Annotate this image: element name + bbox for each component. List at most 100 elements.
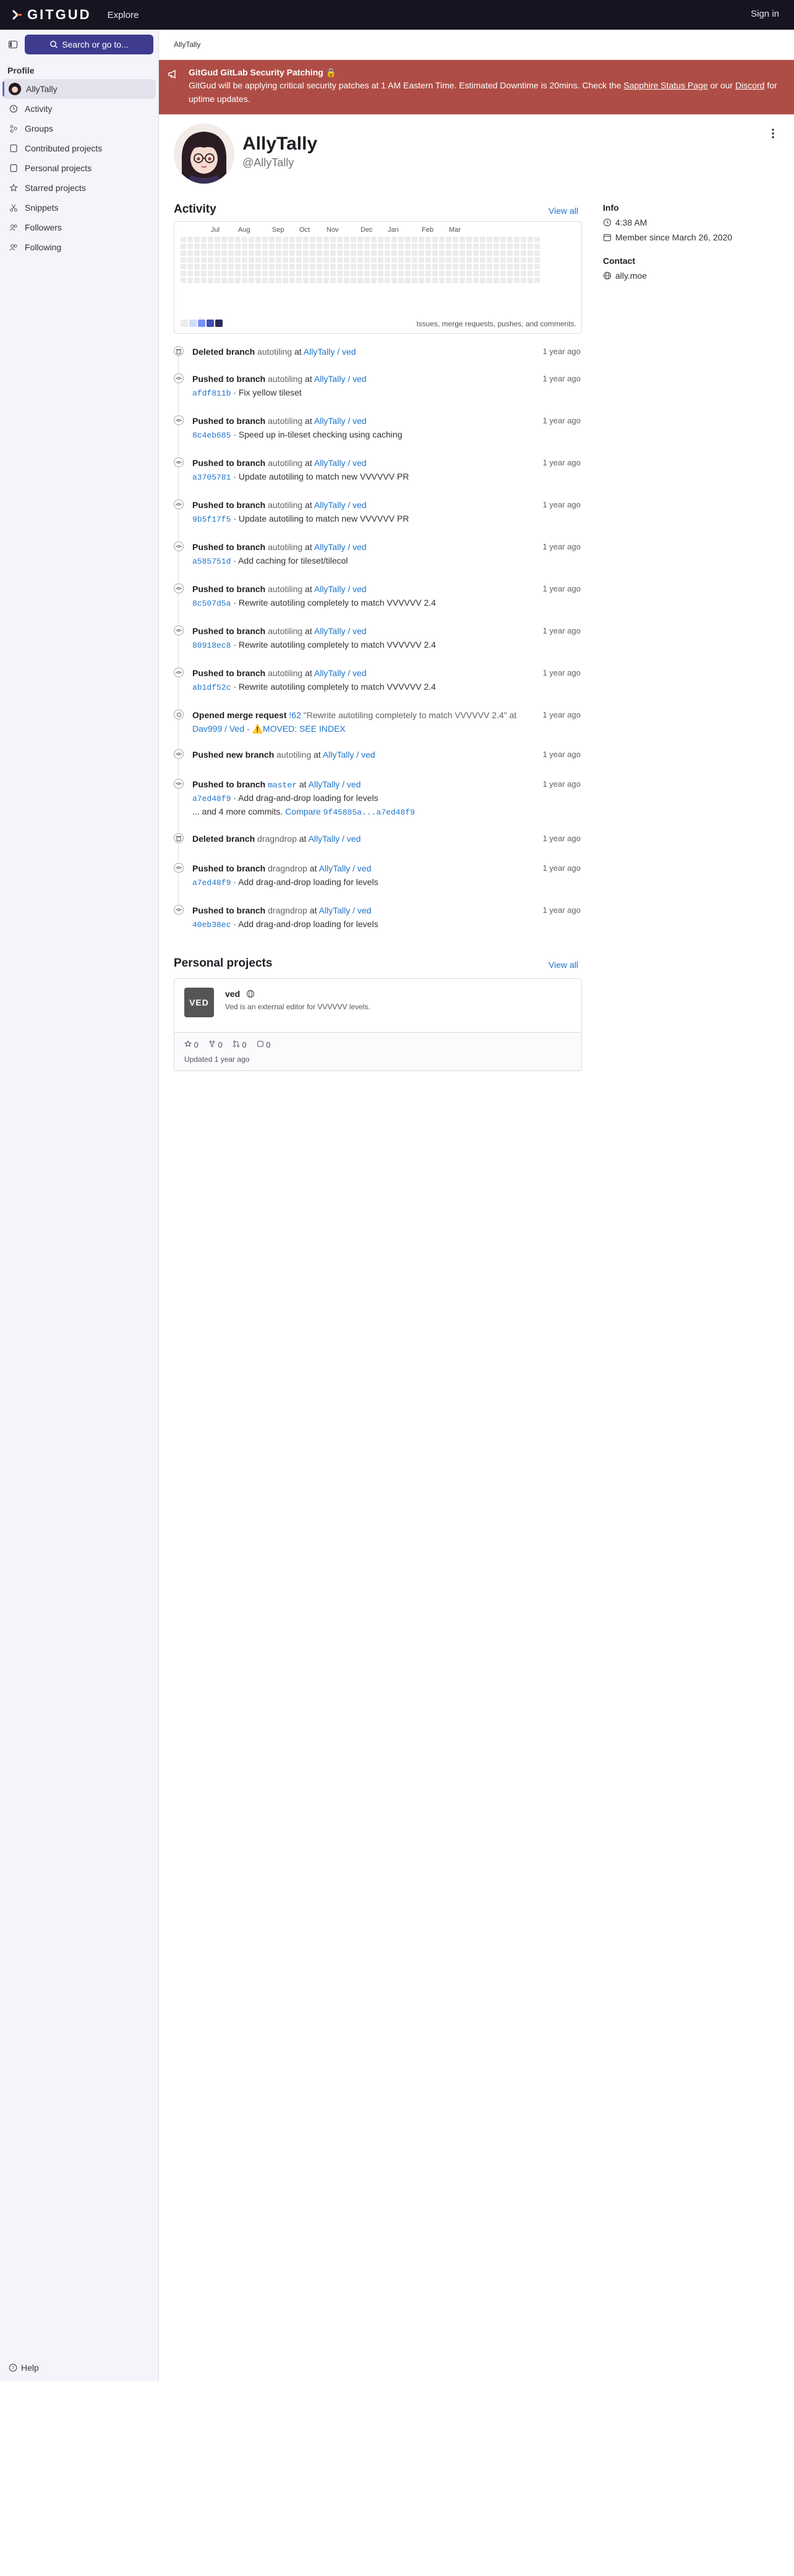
- calendar-day[interactable]: [296, 244, 302, 249]
- calendar-day[interactable]: [453, 244, 458, 249]
- website-link[interactable]: ally.moe: [615, 271, 647, 281]
- calendar-day[interactable]: [181, 264, 186, 269]
- calendar-day[interactable]: [480, 257, 485, 263]
- calendar-day[interactable]: [249, 257, 254, 263]
- calendar-day[interactable]: [194, 244, 200, 249]
- calendar-day[interactable]: [357, 237, 363, 242]
- calendar-day[interactable]: [269, 244, 275, 249]
- calendar-day[interactable]: [262, 264, 268, 269]
- help-button[interactable]: ? Help: [9, 2363, 39, 2373]
- calendar-day[interactable]: [296, 278, 302, 283]
- calendar-day[interactable]: [521, 250, 526, 256]
- calendar-day[interactable]: [357, 250, 363, 256]
- calendar-day[interactable]: [405, 257, 411, 263]
- calendar-day[interactable]: [412, 244, 417, 249]
- calendar-day[interactable]: [255, 271, 261, 276]
- calendar-day[interactable]: [181, 257, 186, 263]
- calendar-day[interactable]: [194, 257, 200, 263]
- calendar-day[interactable]: [459, 237, 465, 242]
- calendar-day[interactable]: [507, 257, 513, 263]
- sidebar-item-profile[interactable]: AllyTally: [2, 79, 156, 99]
- calendar-day[interactable]: [221, 278, 227, 283]
- project-link[interactable]: AllyTally / ved: [314, 542, 367, 552]
- calendar-day[interactable]: [310, 271, 315, 276]
- calendar-day[interactable]: [317, 257, 322, 263]
- sidebar-item-contributed-projects[interactable]: Contributed projects: [2, 138, 156, 158]
- branch-name[interactable]: autotiling: [268, 416, 302, 426]
- calendar-day[interactable]: [432, 271, 438, 276]
- calendar-day[interactable]: [235, 271, 241, 276]
- calendar-day[interactable]: [262, 257, 268, 263]
- calendar-day[interactable]: [487, 278, 492, 283]
- calendar-day[interactable]: [276, 278, 281, 283]
- calendar-day[interactable]: [357, 264, 363, 269]
- calendar-day[interactable]: [378, 271, 383, 276]
- calendar-day[interactable]: [337, 244, 343, 249]
- calendar-day[interactable]: [500, 237, 506, 242]
- calendar-day[interactable]: [249, 250, 254, 256]
- calendar-day[interactable]: [378, 237, 383, 242]
- calendar-day[interactable]: [507, 250, 513, 256]
- calendar-day[interactable]: [432, 264, 438, 269]
- calendar-day[interactable]: [269, 257, 275, 263]
- calendar-day[interactable]: [480, 264, 485, 269]
- calendar-day[interactable]: [344, 271, 349, 276]
- project-link[interactable]: AllyTally / ved: [314, 626, 367, 636]
- calendar-day[interactable]: [385, 264, 390, 269]
- calendar-day[interactable]: [446, 257, 451, 263]
- calendar-day[interactable]: [317, 278, 322, 283]
- calendar-day[interactable]: [249, 264, 254, 269]
- calendar-day[interactable]: [432, 237, 438, 242]
- branch-name[interactable]: autotiling: [257, 347, 292, 357]
- calendar-day[interactable]: [330, 250, 336, 256]
- calendar-day[interactable]: [228, 244, 234, 249]
- calendar-day[interactable]: [242, 244, 247, 249]
- calendar-day[interactable]: [337, 257, 343, 263]
- calendar-day[interactable]: [439, 244, 445, 249]
- calendar-day[interactable]: [473, 244, 479, 249]
- calendar-day[interactable]: [466, 237, 472, 242]
- project-link[interactable]: AllyTally / ved: [314, 416, 367, 426]
- calendar-day[interactable]: [201, 250, 207, 256]
- calendar-day[interactable]: [480, 271, 485, 276]
- calendar-day[interactable]: [269, 271, 275, 276]
- calendar-day[interactable]: [221, 237, 227, 242]
- calendar-day[interactable]: [242, 278, 247, 283]
- calendar-day[interactable]: [215, 237, 220, 242]
- calendar-day[interactable]: [507, 271, 513, 276]
- calendar-day[interactable]: [228, 237, 234, 242]
- calendar-day[interactable]: [521, 264, 526, 269]
- calendar-day[interactable]: [405, 264, 411, 269]
- calendar-day[interactable]: [357, 244, 363, 249]
- calendar-day[interactable]: [514, 250, 519, 256]
- calendar-day[interactable]: [371, 264, 377, 269]
- calendar-day[interactable]: [412, 264, 417, 269]
- calendar-day[interactable]: [446, 244, 451, 249]
- calendar-day[interactable]: [330, 244, 336, 249]
- calendar-day[interactable]: [398, 237, 404, 242]
- calendar-day[interactable]: [215, 271, 220, 276]
- calendar-day[interactable]: [371, 244, 377, 249]
- calendar-day[interactable]: [432, 244, 438, 249]
- calendar-day[interactable]: [181, 244, 186, 249]
- calendar-day[interactable]: [296, 237, 302, 242]
- calendar-day[interactable]: [419, 271, 424, 276]
- calendar-day[interactable]: [323, 257, 329, 263]
- calendar-day[interactable]: [398, 257, 404, 263]
- calendar-day[interactable]: [351, 264, 356, 269]
- calendar-day[interactable]: [344, 244, 349, 249]
- project-name[interactable]: ved: [225, 989, 255, 999]
- calendar-day[interactable]: [303, 250, 309, 256]
- calendar-day[interactable]: [187, 250, 193, 256]
- calendar-day[interactable]: [385, 271, 390, 276]
- calendar-day[interactable]: [221, 257, 227, 263]
- calendar-day[interactable]: [453, 264, 458, 269]
- calendar-day[interactable]: [228, 271, 234, 276]
- commit-sha[interactable]: afdf811b: [192, 389, 231, 398]
- calendar-day[interactable]: [303, 257, 309, 263]
- calendar-day[interactable]: [235, 237, 241, 242]
- calendar-day[interactable]: [194, 237, 200, 242]
- commit-sha[interactable]: ab1df52c: [192, 683, 231, 692]
- calendar-day[interactable]: [351, 250, 356, 256]
- calendar-day[interactable]: [412, 257, 417, 263]
